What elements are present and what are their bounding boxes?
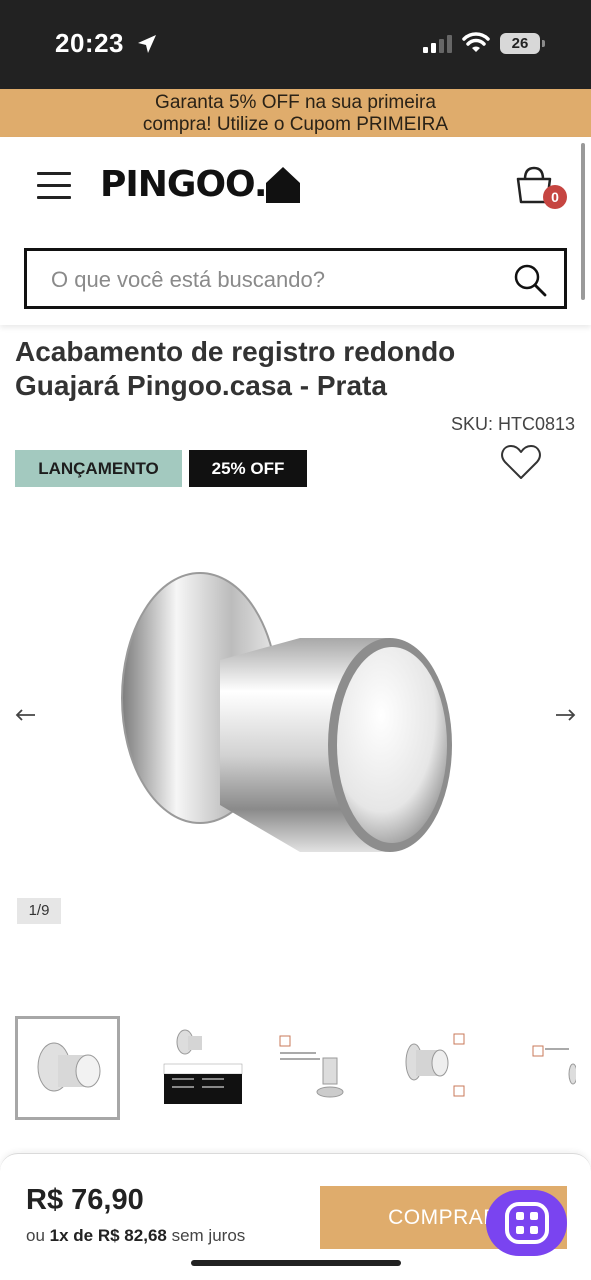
search-box [24,248,567,309]
battery-indicator: 26 [500,33,540,54]
gallery-thumbnail[interactable] [390,1016,495,1120]
gallery-thumbnail[interactable] [515,1016,578,1120]
chat-icon [505,1202,549,1244]
cart-count-badge: 0 [543,185,567,209]
promo-banner[interactable]: Garanta 5% OFF na sua primeira compra! U… [0,89,591,137]
house-icon [265,167,300,203]
wifi-icon [462,32,490,52]
status-bar: 20:23 26 [0,0,591,89]
pingoo-logo[interactable]: PINGOO. [100,164,301,206]
product-main-image[interactable] [110,560,470,870]
scrollbar[interactable] [581,143,585,300]
search-icon[interactable] [513,263,547,297]
site-header: PINGOO. 0 [0,137,591,325]
installment-prefix: ou [26,1226,45,1245]
cellular-signal-icon [423,35,452,53]
next-image-arrow-icon[interactable] [554,706,576,724]
installment-info: ou 1x de R$ 82,68 sem juros [26,1226,245,1246]
heart-icon[interactable] [500,443,542,481]
product-title-line-1: Acabamento de registro redondo [15,336,456,367]
thumbnail-image [532,1045,578,1085]
home-indicator[interactable] [191,1260,401,1266]
image-counter: 1/9 [17,898,61,924]
hamburger-menu-icon[interactable] [37,170,71,200]
thumbnail-image [163,1029,243,1104]
product-title: Acabamento de registro redondo Guajará P… [15,335,575,403]
launch-badge: LANÇAMENTO [15,450,182,487]
previous-image-arrow-icon[interactable] [15,706,37,724]
search-input[interactable] [51,265,491,295]
product-price: R$ 76,90 [26,1184,144,1216]
promo-line-1: Garanta 5% OFF na sua primeira [155,92,436,113]
thumbnail-image [37,1042,101,1092]
thumbnail-image [279,1035,344,1098]
promo-line-2: compra! Utilize o Cupom PRIMEIRA [142,114,449,135]
installment-suffix: sem juros [171,1226,246,1245]
logo-text: PINGOO. [100,164,268,205]
chat-button[interactable] [486,1190,567,1256]
gallery-thumbnail[interactable] [15,1016,120,1120]
gallery-thumbnail[interactable] [265,1016,370,1120]
installment-amount: 1x de R$ 82,68 [49,1226,167,1245]
discount-badge: 25% OFF [189,450,307,487]
gallery-thumbnail[interactable] [140,1016,245,1120]
product-title-line-2: Guajará Pingoo.casa - Prata [15,370,387,401]
status-time: 20:23 [55,28,124,58]
product-sku: SKU: HTC0813 [450,414,575,434]
battery-cap [542,40,545,47]
location-arrow-icon [138,35,156,53]
thumbnail-image [405,1033,465,1097]
